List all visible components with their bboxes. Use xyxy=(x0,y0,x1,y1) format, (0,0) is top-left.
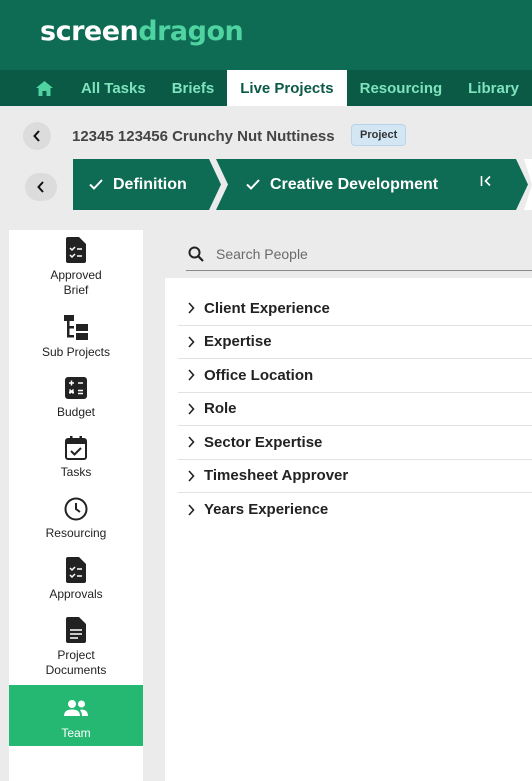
stage-bar: Definition Creative Development xyxy=(0,159,532,211)
search-people-input[interactable] xyxy=(216,246,506,262)
stages-scroll-left-button[interactable] xyxy=(25,173,57,201)
sidebar-item-budget[interactable]: Budget xyxy=(9,374,143,420)
stage-label: Creative Development xyxy=(270,175,439,193)
stage-label: Definition xyxy=(113,175,187,193)
collapse-stages-icon[interactable] xyxy=(480,175,492,187)
sidebar-item-approved-brief[interactable]: Approved Brief xyxy=(9,236,143,298)
chevron-left-icon xyxy=(33,130,40,142)
clock-icon xyxy=(64,495,88,522)
project-title: 12345 123456 Crunchy Nut Nuttiness xyxy=(72,128,335,145)
filter-label: Timesheet Approver xyxy=(204,467,349,485)
sidebar-item-sub-projects[interactable]: Sub Projects xyxy=(9,314,143,360)
filter-timesheet-approver[interactable]: Timesheet Approver xyxy=(178,460,532,493)
chevron-right-icon xyxy=(178,403,204,415)
nav-tab-library[interactable]: Library xyxy=(455,70,532,106)
filter-label: Expertise xyxy=(204,333,272,351)
filter-label: Years Experience xyxy=(204,501,329,519)
search-people-bar xyxy=(186,238,532,271)
sidebar-item-label: Approvals xyxy=(49,587,103,601)
chevron-right-icon xyxy=(178,470,204,482)
nav-tab-resourcing[interactable]: Resourcing xyxy=(347,70,456,106)
stage-definition[interactable]: Definition xyxy=(73,159,221,210)
nav-tab-all-tasks[interactable]: All Tasks xyxy=(68,70,159,106)
sidebar-item-label: Resourcing xyxy=(45,526,107,540)
sidebar-item-approvals[interactable]: Approvals xyxy=(9,556,143,602)
nav-tab-live-projects[interactable]: Live Projects xyxy=(227,70,347,106)
team-icon xyxy=(63,694,89,722)
filter-role[interactable]: Role xyxy=(178,393,532,426)
filter-list: Client Experience Expertise Office Locat… xyxy=(178,292,532,527)
check-icon xyxy=(89,179,103,190)
tasks-icon xyxy=(65,434,87,461)
nav-home-button[interactable] xyxy=(0,70,68,106)
sidebar-item-resourcing[interactable]: Resourcing xyxy=(9,495,143,541)
stage-creative-development[interactable]: Creative Development xyxy=(216,159,528,210)
home-icon xyxy=(36,80,54,96)
logo-text-dragon: dragon xyxy=(138,16,244,47)
filter-label: Office Location xyxy=(204,366,314,384)
chevron-right-icon xyxy=(178,504,204,516)
chevron-right-icon xyxy=(178,369,204,381)
sidebar-item-team[interactable]: Team xyxy=(9,685,143,746)
logo-text-screen: screen xyxy=(40,16,139,47)
filter-label: Sector Expertise xyxy=(204,433,323,451)
check-icon xyxy=(246,179,260,190)
sidebar-item-label: Team xyxy=(61,726,91,740)
main-nav: All Tasks Briefs Live Projects Resourcin… xyxy=(0,70,532,106)
sidebar-item-tasks[interactable]: Tasks xyxy=(9,434,143,480)
sub-projects-icon xyxy=(64,314,88,341)
app-header: screendragon xyxy=(0,0,532,70)
project-type-badge: Project xyxy=(351,124,407,146)
approved-brief-icon xyxy=(66,236,86,264)
project-breadcrumb: 12345 123456 Crunchy Nut Nuttiness Proje… xyxy=(0,118,532,154)
project-sidebar: Approved Brief Sub Projects Budget Tasks… xyxy=(9,230,143,781)
sidebar-item-label: Budget xyxy=(56,405,96,419)
budget-icon xyxy=(65,374,87,401)
filter-expertise[interactable]: Expertise xyxy=(178,326,532,359)
sidebar-item-label: Tasks xyxy=(60,465,92,479)
sidebar-item-label: Project Documents xyxy=(45,648,107,677)
filter-client-experience[interactable]: Client Experience xyxy=(178,292,532,326)
sidebar-item-label: Sub Projects xyxy=(41,345,111,359)
chevron-right-icon xyxy=(178,436,204,448)
filter-office-location[interactable]: Office Location xyxy=(178,359,532,393)
chevron-right-icon xyxy=(178,302,204,314)
chevron-left-icon xyxy=(37,181,44,193)
filter-years-experience[interactable]: Years Experience xyxy=(178,493,532,527)
back-button[interactable] xyxy=(23,122,51,150)
filter-label: Client Experience xyxy=(204,299,330,317)
sidebar-item-label: Approved Brief xyxy=(50,268,102,297)
approvals-icon xyxy=(66,556,86,583)
screendragon-logo[interactable]: screendragon xyxy=(40,16,244,47)
sidebar-item-project-documents[interactable]: Project Documents xyxy=(9,616,143,678)
filter-sector-expertise[interactable]: Sector Expertise xyxy=(178,426,532,460)
document-icon xyxy=(66,616,86,644)
search-icon xyxy=(188,246,204,262)
filter-label: Role xyxy=(204,400,237,418)
nav-tab-briefs[interactable]: Briefs xyxy=(159,70,228,106)
chevron-right-icon xyxy=(178,336,204,348)
